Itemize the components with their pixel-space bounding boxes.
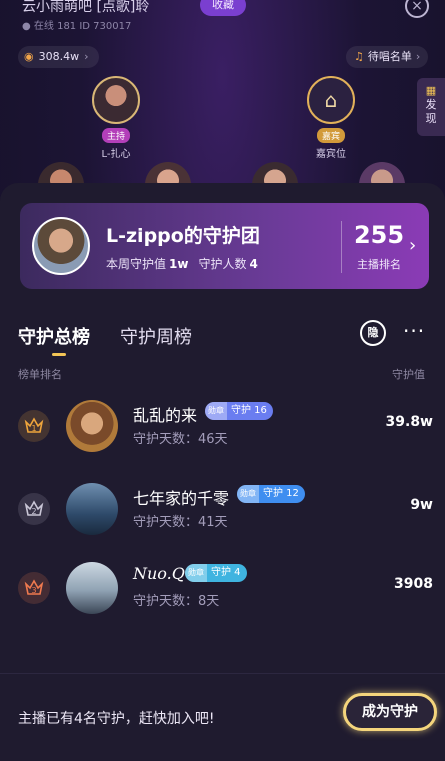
guard-name: 七年家的千零	[133, 489, 230, 508]
discover-label: 发现	[425, 98, 437, 125]
crown-rank-2-icon: 2	[18, 493, 50, 525]
chevron-right-icon: ›	[409, 235, 417, 256]
become-guard-button[interactable]: 成为守护	[343, 693, 437, 731]
heat-value: 308.4w	[38, 50, 80, 63]
list-item[interactable]: 3 Nuo.Q 勋章 守护 4 守护天数：8天 3908	[0, 554, 445, 624]
crown-rank-3-icon: 3	[18, 572, 50, 604]
guard-value: 39.8w	[385, 414, 433, 430]
guest-seat[interactable]: ⌂ 嘉宾 嘉宾位	[305, 76, 357, 160]
guard-level-badge: 勋章 守护 4	[185, 564, 247, 582]
guard-level-badge: 勋章 守护 16	[205, 402, 273, 420]
avatar	[92, 76, 140, 124]
seat-name: 嘉宾位	[316, 149, 346, 160]
footer-bar: 主播已有4名守护，赶快加入吧! 成为守护	[0, 673, 445, 761]
chevron-right-icon: ›	[415, 50, 421, 63]
avatar	[66, 483, 118, 535]
anchor-avatar	[32, 217, 90, 275]
tab-total-ranking[interactable]: 守护总榜	[18, 323, 90, 356]
anchor-rank-label: 主播排名	[357, 258, 401, 271]
close-icon[interactable]: ×	[405, 0, 429, 18]
svg-text:3: 3	[31, 586, 36, 595]
host-tag: 主持	[101, 128, 130, 143]
guard-level-badge: 勋章 守护 12	[237, 485, 305, 503]
column-header-value: 守护值	[392, 368, 425, 381]
avatar	[66, 562, 118, 614]
guard-days: 守护天数：41天	[133, 515, 228, 530]
chevron-right-icon: ›	[84, 50, 89, 63]
guard-count: 4	[249, 257, 258, 271]
column-header-rank: 榜单排名	[18, 368, 62, 381]
room-header: 云小雨萌吧 [点歌]聆 ● 在线 181 ID 730017 收藏 ×	[0, 0, 445, 36]
discover-tab[interactable]: ▦ 发现	[417, 78, 445, 136]
anchor-rank-value: 255	[353, 221, 405, 249]
host-seat[interactable]: 主持 L-扎心	[90, 76, 142, 160]
sofa-icon: ⌂	[307, 76, 355, 124]
list-item[interactable]: 2 七年家的千零 勋章 守护 12 守护天数：41天 9w	[0, 475, 445, 545]
guard-name: 乱乱的来	[133, 406, 198, 425]
hide-identity-icon[interactable]: 隐	[360, 320, 386, 346]
song-list-pill[interactable]: ♫ 待唱名单 ›	[346, 46, 429, 68]
room-meta: ● 在线 181 ID 730017	[22, 21, 132, 32]
guard-value: 3908	[394, 576, 433, 592]
footer-prompt: 主播已有4名守护，赶快加入吧!	[18, 711, 215, 727]
tab-weekly-ranking[interactable]: 守护周榜	[120, 323, 192, 349]
guard-group-sheet: L-zippo的守护团 本周守护值 1w 守护人数 4 255 主播排名 › 守护总榜…	[0, 183, 445, 761]
music-note-icon: ♫	[354, 50, 364, 63]
guard-group-title: L-zippo的守护团	[106, 225, 260, 247]
heat-pill[interactable]: ◉ 308.4w ›	[18, 46, 99, 68]
svg-text:1: 1	[31, 424, 36, 433]
guard-days: 守护天数：46天	[133, 432, 228, 447]
guard-count-label: 守护人数	[198, 257, 247, 271]
week-value: 1w	[169, 257, 189, 271]
seat-name: L-扎心	[101, 149, 131, 160]
more-icon[interactable]: ···	[403, 319, 425, 343]
grid-icon: ▦	[425, 84, 437, 97]
guard-days: 守护天数：8天	[133, 594, 220, 609]
guard-group-banner[interactable]: L-zippo的守护团 本周守护值 1w 守护人数 4 255 主播排名 ›	[20, 203, 429, 289]
flame-icon: ◉	[24, 50, 34, 63]
song-list-label: 待唱名单	[367, 50, 412, 63]
avatar	[66, 400, 118, 452]
ranking-tabs: 守护总榜 守护周榜	[18, 323, 192, 356]
guard-stats: 本周守护值 1w 守护人数 4	[106, 255, 268, 272]
svg-text:2: 2	[31, 507, 36, 516]
room-title: 云小雨萌吧 [点歌]聆	[22, 0, 150, 15]
crown-rank-1-icon: 1	[18, 410, 50, 442]
guest-tag: 嘉宾	[316, 128, 345, 143]
list-item[interactable]: 1 乱乱的来 勋章 守护 16 守护天数：46天 39.8w	[0, 392, 445, 462]
guard-value: 9w	[410, 497, 433, 513]
favorite-button[interactable]: 收藏	[200, 0, 246, 16]
week-value-label: 本周守护值	[106, 257, 167, 271]
guard-name: Nuo.Q	[133, 564, 185, 583]
